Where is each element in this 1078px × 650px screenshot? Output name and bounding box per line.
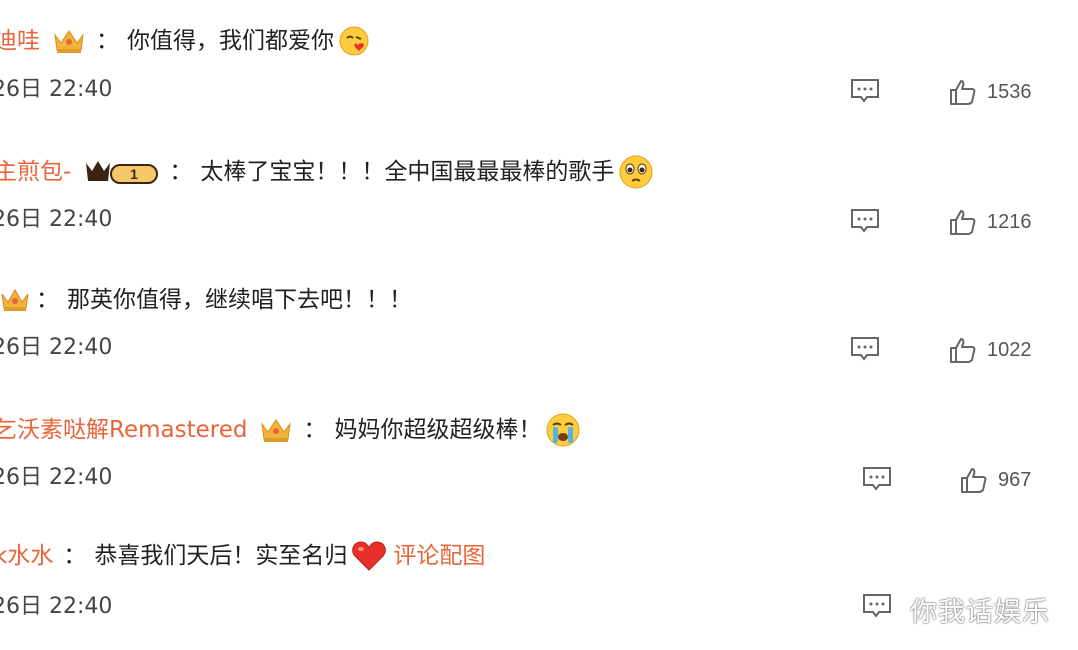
comment-icon [863,467,891,491]
comment-text: 你值得，我们都爱你 [127,28,334,54]
thumbs-up-icon [950,80,976,105]
comment-body: k水水 ： 恭喜我们天后！实至名归 评论配图 [0,540,485,572]
comment-body: ： 那英你值得，继续唱下去吧！！！ [0,284,412,316]
comment-separator: ： [96,28,119,54]
comment-separator: ： [63,543,87,569]
comment-item: k水水 ： 恭喜我们天后！实至名归 评论配图 26日 22:40 [0,520,1078,650]
comment-separator: ： [36,287,59,313]
comment-text: 恭喜我们天后！实至名归 [94,543,348,569]
badge-level: 1 [130,166,138,182]
comment-time: 26日 22:40 [0,335,113,360]
comment-time: 26日 22:40 [0,465,113,490]
like-count: 967 [998,468,1032,491]
comment-item: 主煎包- 1 ： 太棒了宝宝！！！全中国最最最棒的歌手 26日 22:40 12… [0,130,1078,260]
crown-badge-icon [52,26,86,56]
comment-separator: ： [303,417,327,443]
comment-separator: ： [169,159,193,185]
reply-button[interactable] [850,208,880,234]
like-count: 1536 [987,80,1032,103]
comment-text: 妈妈你超级超级棒！ [334,417,542,443]
comment-username[interactable]: k水水 [0,540,53,572]
comment-item: 迪哇 ： 你值得，我们都爱你 26日 22:40 1536 [0,0,1078,130]
like-button[interactable]: 1022 [949,336,1032,364]
thumbs-up-icon [961,468,987,493]
comment-text: 太棒了宝宝！！！全中国最最最棒的歌手 [200,159,615,185]
comment-icon [851,209,879,233]
comment-item: 乞沃素哒解Remastered ： 妈妈你超级超级棒！ 26日 22:40 96… [0,390,1078,520]
comment-body: 乞沃素哒解Remastered ： 妈妈你超级超级棒！ [0,412,581,448]
like-count: 1216 [987,210,1032,233]
comment-username[interactable]: 主煎包- [0,156,71,188]
vip-level-badge: 1 [83,157,159,187]
comment-time: 26日 22:40 [0,207,113,232]
thumbs-up-icon [950,210,976,235]
crying-emoji-icon [545,412,581,448]
comment-body: 主煎包- 1 ： 太棒了宝宝！！！全中国最最最棒的歌手 [0,154,654,190]
reply-button[interactable] [850,78,880,104]
pleading-emoji-icon [618,154,654,190]
kiss-emoji-icon [338,25,370,57]
reply-button[interactable] [862,466,892,492]
comment-username[interactable]: 迪哇 [0,25,40,57]
thumbs-up-icon [950,338,976,363]
like-button[interactable]: 967 [960,466,1031,494]
red-heart-icon [351,540,387,572]
comment-icon [851,79,879,103]
comment-time: 26日 22:40 [0,77,113,102]
crown-badge-icon [259,415,293,445]
reply-button[interactable] [850,336,880,362]
reply-button[interactable] [862,593,892,619]
comment-icon [851,337,879,361]
like-button[interactable]: 1536 [949,78,1032,106]
like-button[interactable]: 1216 [949,208,1032,236]
comment-image-link[interactable]: 评论配图 [393,540,485,572]
comment-item: ： 那英你值得，继续唱下去吧！！！ 26日 22:40 1022 [0,260,1078,390]
crown-badge-icon [0,286,30,314]
comment-body: 迪哇 ： 你值得，我们都爱你 [0,25,370,57]
watermark-text: 你我话娱乐 [910,597,1050,628]
like-count: 1022 [987,338,1032,361]
comment-icon [863,594,891,618]
comment-text: 那英你值得，继续唱下去吧！！！ [67,287,412,313]
comment-username[interactable]: 乞沃素哒解Remastered [0,414,247,446]
comment-time: 26日 22:40 [0,594,113,619]
